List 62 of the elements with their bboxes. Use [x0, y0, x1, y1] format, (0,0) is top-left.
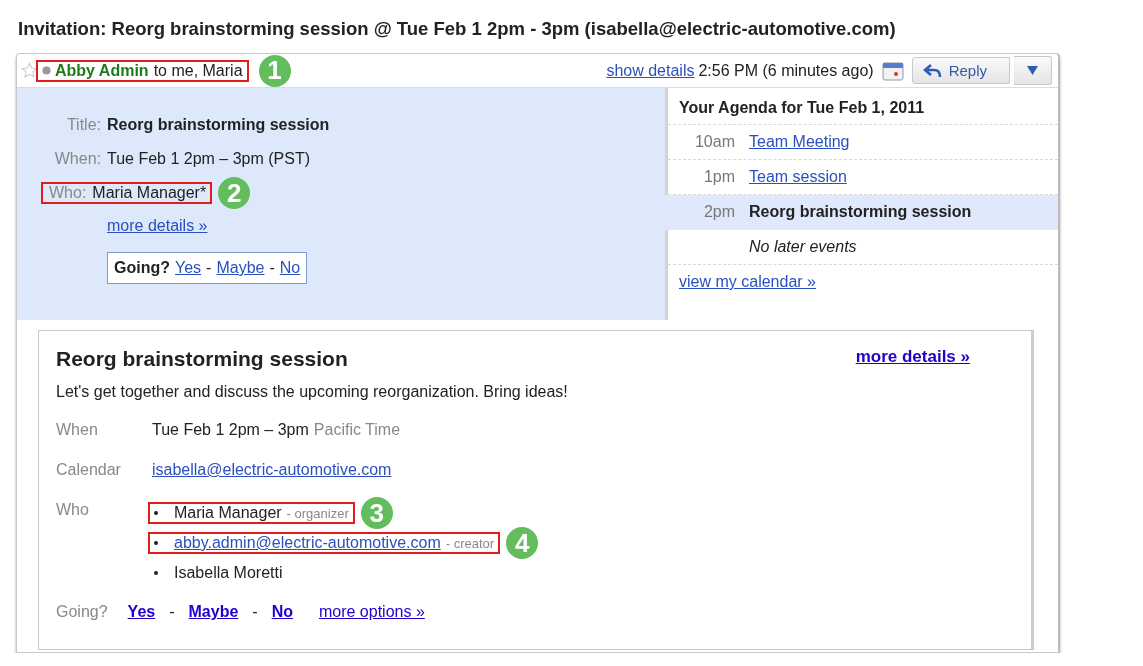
rsvp-link[interactable]: Yes — [127, 603, 156, 621]
event-heading: Reorg brainstorming session — [56, 347, 348, 371]
event-link[interactable]: Team Meeting — [749, 133, 850, 151]
status-dot-icon — [42, 66, 51, 75]
event-description: Let's get together and discuss the upcoming reorganization. Bring ideas! — [56, 383, 569, 401]
current-event-title: Reorg brainstorming session — [749, 203, 972, 221]
event-time: 2pm — [702, 203, 736, 221]
field-label: Calendar — [56, 461, 122, 479]
rsvp-link[interactable]: Maybe — [216, 259, 265, 277]
more-details-link[interactable]: more details » — [855, 347, 970, 371]
guest-email-link[interactable]: abby.admin@electric-automotive.com — [174, 534, 441, 552]
more-options-link[interactable]: more options » — [318, 603, 425, 621]
view-calendar-link[interactable]: view my calendar » — [668, 265, 1058, 291]
field-value: Tue Feb 1 2pm – 3pm (PST) — [107, 150, 311, 168]
message-time: 2:56 PM (6 minutes ago) — [698, 61, 874, 80]
reply-button[interactable]: Reply — [911, 57, 1010, 84]
rsvp-link[interactable]: Yes — [175, 259, 202, 277]
callout-number: 1 — [258, 54, 291, 87]
dropdown-button[interactable] — [1014, 56, 1052, 85]
guest-name: Maria Manager — [174, 504, 282, 522]
callout-number: 4 — [506, 527, 539, 559]
separator-text: - — [169, 603, 175, 621]
guest-role: - organizer — [286, 505, 349, 521]
separator-text: - — [269, 259, 275, 277]
more-details-link[interactable]: more details » — [107, 210, 665, 242]
calendar-link[interactable]: isabella@electric-automotive.com — [152, 461, 392, 479]
bullet-icon — [154, 541, 158, 545]
bullet-icon — [154, 511, 158, 515]
rsvp-question: Going? — [114, 259, 170, 277]
callout-number: 2 — [218, 177, 251, 209]
field-label: When — [56, 421, 99, 439]
rsvp-link[interactable]: Maybe — [188, 603, 239, 621]
caret-icon — [1027, 66, 1038, 75]
field-label: When: — [53, 150, 102, 168]
star-icon[interactable] — [21, 62, 38, 79]
timezone-text: Pacific Time — [313, 421, 401, 439]
guest-role: - creator — [445, 535, 495, 551]
recipients-text: to me, Maria — [153, 61, 243, 80]
callout-number: 3 — [360, 497, 393, 529]
field-label: Who — [56, 501, 90, 519]
calendar-icon[interactable] — [881, 60, 904, 81]
rsvp-link[interactable]: No — [271, 603, 293, 621]
event-time: 10am — [693, 133, 736, 151]
field-value: Maria Manager* — [92, 184, 207, 202]
email-subject: Invitation: Reorg brainstorming session @ Tue Feb 1 2pm - 3pm (isabella@electric-automotive.com) — [18, 18, 897, 40]
field-label: Title: — [65, 116, 102, 134]
separator-text: - — [252, 603, 258, 621]
event-link[interactable]: Team session — [749, 168, 847, 186]
reply-arrow-icon — [922, 62, 943, 79]
field-label: Who: — [49, 184, 88, 202]
rsvp-question: Going? — [56, 603, 108, 621]
event-time: 1pm — [702, 168, 736, 186]
separator-text: - — [206, 259, 212, 277]
agenda-heading: Your Agenda for Tue Feb 1, 2011 — [668, 88, 1058, 125]
event-title: Reorg brainstorming session — [107, 116, 330, 134]
sender-name[interactable]: Abby Admin — [55, 61, 149, 80]
show-details-link[interactable]: show details — [606, 61, 695, 80]
agenda-note: No later events — [668, 230, 1058, 265]
guest-name: Isabella Moretti — [174, 564, 283, 582]
bullet-icon — [154, 571, 158, 575]
event-time-range: Tue Feb 1 2pm – 3pm — [152, 421, 309, 439]
rsvp-link[interactable]: No — [279, 259, 301, 277]
